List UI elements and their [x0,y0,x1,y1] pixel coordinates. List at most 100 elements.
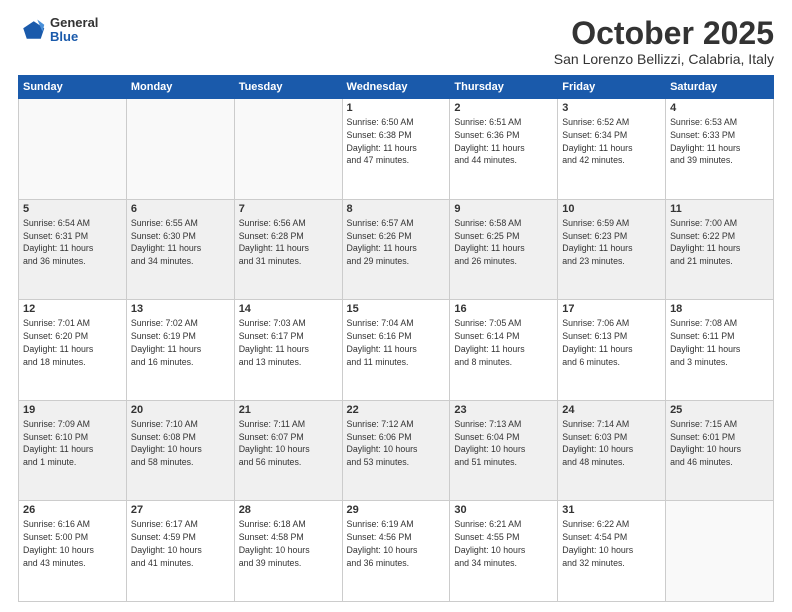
weekday-header-friday: Friday [558,76,666,99]
calendar-cell: 28 Sunrise: 6:18 AM Sunset: 4:58 PM Dayli… [234,501,342,602]
day-number: 23 [454,404,553,416]
day-info: Sunrise: 6:57 AM Sunset: 6:26 PM Dayligh… [347,217,446,268]
day-info: Sunrise: 7:03 AM Sunset: 6:17 PM Dayligh… [239,317,338,368]
day-info: Sunrise: 6:56 AM Sunset: 6:28 PM Dayligh… [239,217,338,268]
day-info: Sunrise: 6:59 AM Sunset: 6:23 PM Dayligh… [562,217,661,268]
day-number: 27 [131,504,230,516]
calendar-header: SundayMondayTuesdayWednesdayThursdayFrid… [19,76,774,99]
day-number: 22 [347,404,446,416]
day-info: Sunrise: 6:22 AM Sunset: 4:54 PM Dayligh… [562,518,661,569]
calendar-table: SundayMondayTuesdayWednesdayThursdayFrid… [18,75,774,602]
day-info: Sunrise: 7:02 AM Sunset: 6:19 PM Dayligh… [131,317,230,368]
logo-icon [18,16,46,44]
weekday-header-row: SundayMondayTuesdayWednesdayThursdayFrid… [19,76,774,99]
day-number: 4 [670,102,769,114]
title-block: October 2025 San Lorenzo Bellizzi, Calab… [554,16,774,67]
day-number: 17 [562,303,661,315]
day-number: 13 [131,303,230,315]
day-info: Sunrise: 6:16 AM Sunset: 5:00 PM Dayligh… [23,518,122,569]
calendar-cell: 19 Sunrise: 7:09 AM Sunset: 6:10 PM Dayli… [19,400,127,501]
day-info: Sunrise: 6:52 AM Sunset: 6:34 PM Dayligh… [562,116,661,167]
day-number: 25 [670,404,769,416]
logo-text: General Blue [50,16,98,45]
calendar-cell: 12Sunrise: 7:01 AM Sunset: 6:20 PM Dayli… [19,300,127,401]
calendar-week-row: 1Sunrise: 6:50 AM Sunset: 6:38 PM Daylig… [19,99,774,200]
day-info: Sunrise: 7:11 AM Sunset: 6:07 PM Dayligh… [239,418,338,469]
calendar-cell: 16 Sunrise: 7:05 AM Sunset: 6:14 PM Dayli… [450,300,558,401]
day-info: Sunrise: 7:04 AM Sunset: 6:16 PM Dayligh… [347,317,446,368]
calendar-cell: 21 Sunrise: 7:11 AM Sunset: 6:07 PM Dayli… [234,400,342,501]
calendar-cell [19,99,127,200]
calendar-cell: 1Sunrise: 6:50 AM Sunset: 6:38 PM Daylig… [342,99,450,200]
page: General Blue October 2025 San Lorenzo Be… [0,0,792,612]
weekday-header-saturday: Saturday [666,76,774,99]
calendar-cell: 4Sunrise: 6:53 AM Sunset: 6:33 PM Daylig… [666,99,774,200]
day-number: 7 [239,203,338,215]
calendar-cell: 15 Sunrise: 7:04 AM Sunset: 6:16 PM Dayli… [342,300,450,401]
calendar-cell [666,501,774,602]
weekday-header-thursday: Thursday [450,76,558,99]
day-number: 16 [454,303,553,315]
day-number: 5 [23,203,122,215]
weekday-header-wednesday: Wednesday [342,76,450,99]
calendar-week-row: 19 Sunrise: 7:09 AM Sunset: 6:10 PM Dayli… [19,400,774,501]
calendar-cell: 24Sunrise: 7:14 AM Sunset: 6:03 PM Dayli… [558,400,666,501]
day-number: 29 [347,504,446,516]
calendar-cell [234,99,342,200]
day-info: Sunrise: 7:13 AM Sunset: 6:04 PM Dayligh… [454,418,553,469]
day-number: 30 [454,504,553,516]
day-info: Sunrise: 6:19 AM Sunset: 4:56 PM Dayligh… [347,518,446,569]
calendar-cell: 3Sunrise: 6:52 AM Sunset: 6:34 PM Daylig… [558,99,666,200]
day-number: 11 [670,203,769,215]
day-number: 8 [347,203,446,215]
day-info: Sunrise: 7:12 AM Sunset: 6:06 PM Dayligh… [347,418,446,469]
location: San Lorenzo Bellizzi, Calabria, Italy [554,51,774,67]
day-info: Sunrise: 6:51 AM Sunset: 6:36 PM Dayligh… [454,116,553,167]
calendar-cell: 31 Sunrise: 6:22 AM Sunset: 4:54 PM Dayli… [558,501,666,602]
calendar-body: 1Sunrise: 6:50 AM Sunset: 6:38 PM Daylig… [19,99,774,602]
day-info: Sunrise: 6:17 AM Sunset: 4:59 PM Dayligh… [131,518,230,569]
day-info: Sunrise: 6:18 AM Sunset: 4:58 PM Dayligh… [239,518,338,569]
day-number: 10 [562,203,661,215]
calendar-cell: 18Sunrise: 7:08 AM Sunset: 6:11 PM Dayli… [666,300,774,401]
day-number: 19 [23,404,122,416]
calendar-cell: 27 Sunrise: 6:17 AM Sunset: 4:59 PM Dayli… [126,501,234,602]
weekday-header-sunday: Sunday [19,76,127,99]
calendar-cell: 2 Sunrise: 6:51 AM Sunset: 6:36 PM Daylig… [450,99,558,200]
calendar-cell: 25Sunrise: 7:15 AM Sunset: 6:01 PM Dayli… [666,400,774,501]
calendar-cell [126,99,234,200]
day-number: 15 [347,303,446,315]
day-number: 28 [239,504,338,516]
day-info: Sunrise: 6:54 AM Sunset: 6:31 PM Dayligh… [23,217,122,268]
day-number: 2 [454,102,553,114]
day-number: 14 [239,303,338,315]
day-info: Sunrise: 7:05 AM Sunset: 6:14 PM Dayligh… [454,317,553,368]
calendar-cell: 6Sunrise: 6:55 AM Sunset: 6:30 PM Daylig… [126,199,234,300]
day-number: 1 [347,102,446,114]
day-number: 21 [239,404,338,416]
day-number: 9 [454,203,553,215]
day-info: Sunrise: 6:58 AM Sunset: 6:25 PM Dayligh… [454,217,553,268]
calendar-cell: 14 Sunrise: 7:03 AM Sunset: 6:17 PM Dayli… [234,300,342,401]
day-info: Sunrise: 7:06 AM Sunset: 6:13 PM Dayligh… [562,317,661,368]
calendar-cell: 7 Sunrise: 6:56 AM Sunset: 6:28 PM Daylig… [234,199,342,300]
day-info: Sunrise: 7:10 AM Sunset: 6:08 PM Dayligh… [131,418,230,469]
month-title: October 2025 [554,16,774,51]
calendar-cell: 22 Sunrise: 7:12 AM Sunset: 6:06 PM Dayli… [342,400,450,501]
day-number: 12 [23,303,122,315]
weekday-header-monday: Monday [126,76,234,99]
day-info: Sunrise: 7:14 AM Sunset: 6:03 PM Dayligh… [562,418,661,469]
calendar-week-row: 12Sunrise: 7:01 AM Sunset: 6:20 PM Dayli… [19,300,774,401]
calendar-cell: 29 Sunrise: 6:19 AM Sunset: 4:56 PM Dayli… [342,501,450,602]
day-number: 6 [131,203,230,215]
day-info: Sunrise: 7:08 AM Sunset: 6:11 PM Dayligh… [670,317,769,368]
day-number: 26 [23,504,122,516]
calendar-week-row: 26 Sunrise: 6:16 AM Sunset: 5:00 PM Dayli… [19,501,774,602]
day-info: Sunrise: 7:09 AM Sunset: 6:10 PM Dayligh… [23,418,122,469]
weekday-header-tuesday: Tuesday [234,76,342,99]
logo-blue-text: Blue [50,30,98,44]
calendar-cell: 17 Sunrise: 7:06 AM Sunset: 6:13 PM Dayli… [558,300,666,401]
day-number: 31 [562,504,661,516]
header: General Blue October 2025 San Lorenzo Be… [18,16,774,67]
logo-general-text: General [50,16,98,30]
